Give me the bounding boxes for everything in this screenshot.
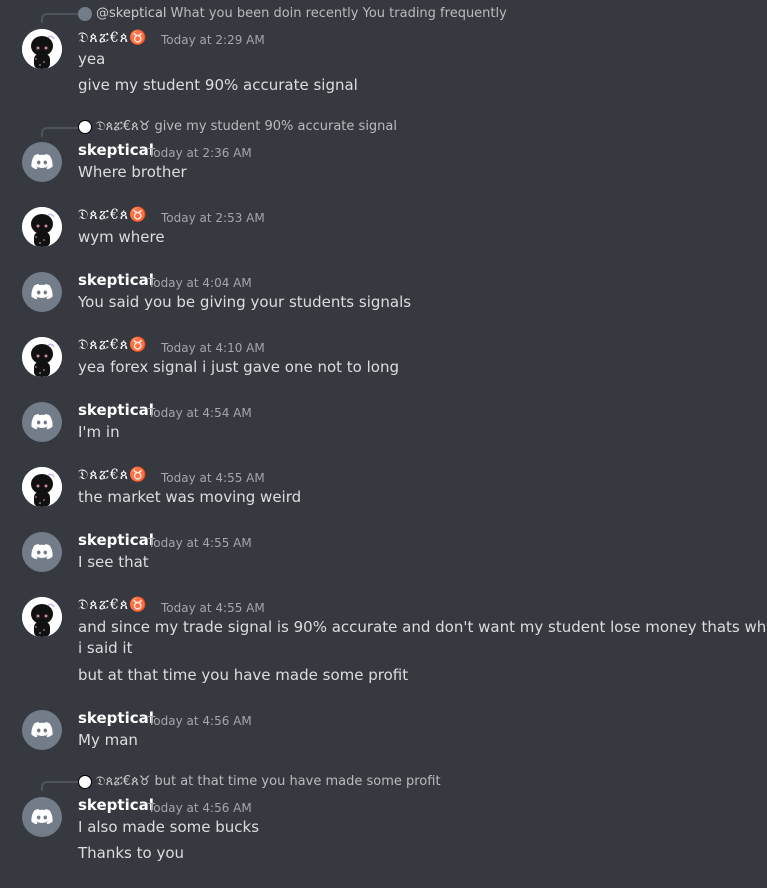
username[interactable]: skeptical bbox=[78, 709, 154, 727]
message-text: Thanks to you bbox=[78, 844, 185, 862]
timestamp: Today at 4:10 AM bbox=[161, 341, 265, 355]
discord-logo-icon bbox=[30, 540, 54, 564]
message-text: and since my trade signal is 90% accurat… bbox=[78, 618, 767, 636]
message-text: I'm in bbox=[78, 423, 120, 441]
reply-author[interactable]: 𝔇ጰፚ€ጰ♉ bbox=[96, 119, 150, 134]
discord-logo-icon bbox=[30, 410, 54, 434]
message-text: I also made some bucks bbox=[78, 818, 260, 836]
message-text: the market was moving weird bbox=[78, 488, 302, 506]
message-text: give my student 90% accurate signal bbox=[78, 76, 358, 94]
username[interactable]: skeptical bbox=[78, 271, 154, 289]
avatar[interactable] bbox=[22, 142, 62, 182]
reply-text[interactable]: What you been doin recently You trading … bbox=[171, 6, 507, 21]
avatar-icon bbox=[78, 774, 92, 789]
username[interactable]: skeptical bbox=[78, 141, 154, 159]
username[interactable]: 𝔇ጰፚ€ጰ♉ bbox=[78, 597, 148, 613]
discord-logo-icon bbox=[30, 805, 54, 829]
avatar[interactable] bbox=[22, 272, 62, 312]
reply-connector bbox=[41, 13, 79, 23]
discord-logo-icon bbox=[30, 280, 54, 304]
message-text: wym where bbox=[78, 228, 165, 246]
message-text: I see that bbox=[78, 553, 149, 571]
username[interactable]: 𝔇ጰፚ€ጰ♉ bbox=[78, 207, 148, 223]
message-text: Where brother bbox=[78, 163, 187, 181]
avatar-icon bbox=[78, 119, 92, 134]
reply-preview[interactable]: @skeptical What you been doin recently Y… bbox=[78, 6, 507, 21]
reply-author[interactable]: @skeptical bbox=[96, 6, 167, 21]
avatar[interactable] bbox=[22, 29, 62, 69]
reply-text[interactable]: but at that time you have made some prof… bbox=[154, 774, 440, 789]
avatar[interactable] bbox=[22, 597, 62, 637]
reply-connector bbox=[41, 781, 79, 791]
message-text: but at that time you have made some prof… bbox=[78, 666, 409, 684]
timestamp: Today at 2:53 AM bbox=[161, 211, 265, 225]
message-text: My man bbox=[78, 731, 138, 749]
timestamp: Today at 4:55 AM bbox=[148, 536, 252, 550]
reply-preview[interactable]: 𝔇ጰፚ€ጰ♉ give my student 90% accurate sign… bbox=[78, 119, 397, 134]
timestamp: Today at 4:55 AM bbox=[161, 471, 265, 485]
timestamp: Today at 2:29 AM bbox=[161, 33, 265, 47]
timestamp: Today at 4:55 AM bbox=[161, 601, 265, 615]
username[interactable]: skeptical bbox=[78, 531, 154, 549]
reply-preview[interactable]: 𝔇ጰፚ€ጰ♉ but at that time you have made so… bbox=[78, 774, 441, 789]
timestamp: Today at 4:04 AM bbox=[148, 276, 252, 290]
username[interactable]: 𝔇ጰፚ€ጰ♉ bbox=[78, 467, 148, 483]
message-text: yea bbox=[78, 50, 106, 68]
avatar[interactable] bbox=[22, 710, 62, 750]
avatar[interactable] bbox=[22, 402, 62, 442]
message-text: You said you be giving your students sig… bbox=[78, 293, 412, 311]
avatar[interactable] bbox=[22, 467, 62, 507]
avatar[interactable] bbox=[22, 797, 62, 837]
message-text: yea forex signal i just gave one not to … bbox=[78, 358, 399, 376]
username[interactable]: 𝔇ጰፚ€ጰ♉ bbox=[78, 337, 148, 353]
timestamp: Today at 2:36 AM bbox=[148, 146, 252, 160]
discord-logo-icon bbox=[30, 150, 54, 174]
username[interactable]: skeptical bbox=[78, 401, 154, 419]
timestamp: Today at 4:54 AM bbox=[148, 406, 252, 420]
avatar[interactable] bbox=[22, 207, 62, 247]
username[interactable]: skeptical bbox=[78, 796, 154, 814]
timestamp: Today at 4:56 AM bbox=[148, 801, 252, 815]
reply-text[interactable]: give my student 90% accurate signal bbox=[154, 119, 397, 134]
message-text: i said it bbox=[78, 639, 133, 657]
avatar[interactable] bbox=[22, 337, 62, 377]
reply-connector bbox=[41, 127, 79, 137]
discord-logo-icon bbox=[30, 718, 54, 742]
timestamp: Today at 4:56 AM bbox=[148, 714, 252, 728]
reply-author[interactable]: 𝔇ጰፚ€ጰ♉ bbox=[96, 774, 150, 789]
avatar[interactable] bbox=[22, 532, 62, 572]
discord-icon bbox=[78, 6, 92, 21]
username[interactable]: 𝔇ጰፚ€ጰ♉ bbox=[78, 30, 148, 46]
